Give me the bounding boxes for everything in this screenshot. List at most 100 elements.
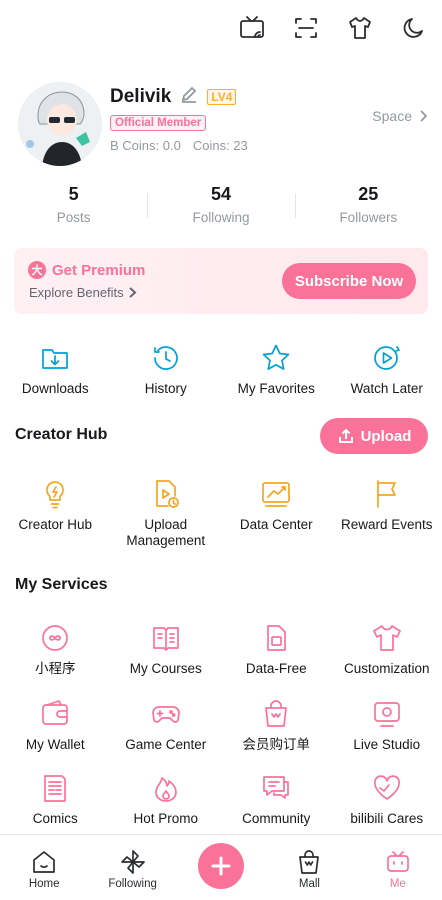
download-folder-icon: [37, 340, 73, 376]
membership-badge[interactable]: Official Member: [110, 115, 207, 131]
creator-hub-item[interactable]: Creator Hub: [0, 476, 111, 549]
publish-button[interactable]: [198, 843, 245, 889]
my-services-heading: My Services: [15, 576, 108, 593]
gamepad-icon: [148, 696, 184, 732]
game-center-item[interactable]: Game Center: [111, 696, 222, 753]
tab-following[interactable]: Following: [88, 835, 176, 900]
tv-face-icon: [386, 851, 409, 872]
star-icon: [258, 340, 294, 376]
avatar[interactable]: [18, 82, 102, 166]
service-label: 小程序: [35, 661, 76, 676]
creator-label: Reward Events: [340, 517, 433, 532]
premium-banner[interactable]: 大 Get Premium Explore Benefits Subscribe…: [14, 248, 428, 314]
shopping-bag-icon: [258, 696, 294, 732]
username-row: Delivik LV4: [110, 84, 237, 109]
stat-followers[interactable]: 25 Followers: [294, 182, 442, 234]
stat-value: 5: [68, 184, 79, 204]
reward-events-item[interactable]: Reward Events: [332, 476, 442, 549]
quick-downloads[interactable]: Downloads: [0, 340, 111, 397]
chevron-right-icon: [420, 110, 428, 122]
bilibili-cares-item[interactable]: bilibili Cares: [332, 770, 442, 827]
tab-mall[interactable]: Mall: [265, 835, 353, 900]
tab-label: Following: [108, 878, 157, 890]
pinwheel-icon: [120, 850, 145, 874]
space-label: Space: [372, 108, 412, 124]
upload-button[interactable]: Upload: [320, 418, 428, 454]
comics-icon: [37, 770, 73, 806]
quick-access-row: Downloads History My Favorites Watch Lat…: [0, 340, 442, 397]
member-orders-item[interactable]: 会员购订单: [221, 696, 332, 753]
creator-label: Upload Management: [126, 517, 206, 548]
stat-following[interactable]: 54 Following: [147, 182, 294, 234]
comics-item[interactable]: Comics: [0, 770, 111, 827]
services-row-2: My Wallet Game Center 会员购订单 Live Studio: [0, 696, 442, 753]
plus-icon: [211, 856, 231, 876]
chart-icon: [258, 476, 294, 512]
premium-title-row: 大 Get Premium: [28, 261, 145, 279]
service-label: Hot Promo: [133, 811, 199, 826]
profile-header[interactable]: Delivik LV4 Official Member B Coins: 0.0…: [14, 78, 430, 170]
stats-row: 5 Posts 54 Following 25 Followers: [0, 182, 442, 234]
hot-promo-item[interactable]: Hot Promo: [111, 770, 222, 827]
creator-hub-row: Creator Hub Upload Management Data Cente…: [0, 476, 442, 549]
tab-label: Me: [389, 878, 406, 890]
watch-later-icon: [369, 340, 405, 376]
upload-label: Upload: [360, 427, 412, 445]
top-toolbar: [236, 12, 430, 44]
flag-icon: [369, 476, 405, 512]
quick-history[interactable]: History: [111, 340, 222, 397]
service-label: Community: [242, 811, 311, 826]
heart-icon: [369, 770, 405, 806]
theme-shirt-icon[interactable]: [344, 12, 376, 44]
service-label: Game Center: [125, 737, 207, 752]
services-row-1: 小程序 My Courses Data-Free Customization: [0, 620, 442, 677]
chat-icon: [258, 770, 294, 806]
scan-icon[interactable]: [290, 12, 322, 44]
quick-favorites[interactable]: My Favorites: [221, 340, 332, 397]
premium-badge-icon: 大: [28, 261, 46, 279]
bulb-icon: [37, 476, 73, 512]
flame-icon: [148, 770, 184, 806]
tab-home[interactable]: Home: [0, 835, 88, 900]
customization-item[interactable]: Customization: [332, 620, 442, 677]
creator-label: Data Center: [239, 517, 313, 532]
upload-management-icon: [148, 476, 184, 512]
my-wallet-item[interactable]: My Wallet: [0, 696, 111, 753]
tab-me[interactable]: Me: [354, 835, 442, 900]
stat-value: 25: [358, 184, 379, 204]
space-link[interactable]: Space: [372, 108, 430, 124]
service-label: 会员购订单: [242, 737, 311, 752]
mall-bag-icon: [299, 850, 320, 874]
data-center-item[interactable]: Data Center: [221, 476, 332, 549]
data-free-item[interactable]: Data-Free: [221, 620, 332, 677]
edit-pencil-icon[interactable]: [179, 84, 199, 109]
explore-benefits-link[interactable]: Explore Benefits: [29, 285, 138, 300]
quick-label: History: [144, 381, 187, 396]
chevron-right-icon: [129, 287, 137, 298]
courses-icon: [148, 620, 184, 656]
mini-program-item[interactable]: 小程序: [0, 620, 111, 677]
history-clock-icon: [148, 340, 184, 376]
cast-icon[interactable]: [236, 12, 268, 44]
upload-management-item[interactable]: Upload Management: [111, 476, 222, 549]
live-studio-item[interactable]: Live Studio: [332, 696, 442, 753]
quick-watch-later[interactable]: Watch Later: [332, 340, 442, 397]
community-item[interactable]: Community: [221, 770, 332, 827]
bottom-tab-bar: Home Following Mall Me: [0, 834, 442, 900]
service-label: Customization: [343, 661, 430, 676]
service-label: bilibili Cares: [350, 811, 424, 826]
mini-program-icon: [37, 620, 73, 656]
shirt-icon: [369, 620, 405, 656]
coins-row: B Coins: 0.0 Coins: 23: [110, 138, 248, 153]
tab-publish[interactable]: [177, 835, 265, 900]
creator-label: Creator Hub: [18, 517, 93, 532]
my-courses-item[interactable]: My Courses: [111, 620, 222, 677]
stat-posts[interactable]: 5 Posts: [0, 182, 147, 234]
stat-label: Followers: [339, 210, 398, 225]
premium-subtitle: Explore Benefits: [29, 285, 124, 300]
premium-title: Get Premium: [52, 261, 146, 279]
service-label: My Wallet: [25, 737, 85, 752]
sim-card-icon: [258, 620, 294, 656]
night-mode-icon[interactable]: [398, 12, 430, 44]
subscribe-button[interactable]: Subscribe Now: [282, 263, 416, 299]
